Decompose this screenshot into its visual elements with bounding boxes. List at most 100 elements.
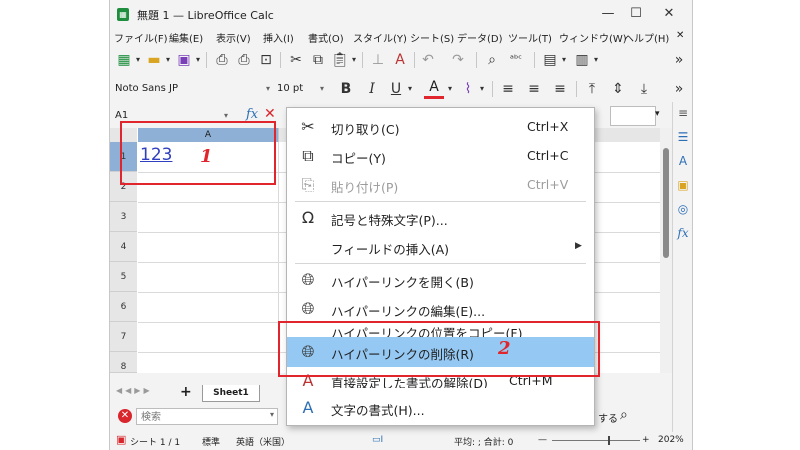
sheet-tab-sheet1[interactable]: Sheet1 bbox=[202, 385, 260, 402]
selection-mode-icon[interactable]: ▭I bbox=[372, 435, 383, 445]
find-input[interactable]: 検索 bbox=[136, 408, 278, 425]
expand-formula-icon[interactable]: ▾ bbox=[655, 109, 660, 119]
menu-item-paste[interactable]: ⎘ 貼り付け(P) Ctrl+V bbox=[287, 170, 594, 200]
align-right-icon[interactable]: ≡ bbox=[550, 79, 570, 99]
menu-help[interactable]: ヘルプ(H) bbox=[624, 30, 669, 45]
find-option-label[interactable]: する bbox=[598, 410, 618, 425]
row-header-6[interactable]: 6 bbox=[110, 292, 137, 322]
spelling-icon[interactable]: ᵃᵇᶜ bbox=[504, 50, 528, 70]
zoom-slider-handle[interactable] bbox=[608, 436, 610, 445]
zoom-level[interactable]: 202% bbox=[658, 435, 684, 445]
add-sheet-button[interactable]: + bbox=[180, 384, 192, 400]
italic-button[interactable]: I bbox=[362, 79, 382, 99]
menu-sheet[interactable]: シート(S) bbox=[410, 30, 454, 45]
status-sheet[interactable]: シート 1 / 1 bbox=[130, 435, 180, 448]
vertical-scrollbar[interactable] bbox=[660, 128, 672, 373]
menu-data[interactable]: データ(D) bbox=[457, 30, 503, 45]
menu-insert[interactable]: 挿入(I) bbox=[263, 30, 294, 45]
redo-icon[interactable]: ↷ bbox=[448, 50, 468, 70]
close-find-icon[interactable]: ✕ bbox=[118, 409, 132, 423]
status-page-style[interactable]: 標準 bbox=[202, 435, 220, 448]
toolbar-overflow-icon[interactable]: » bbox=[672, 50, 686, 70]
menu-item-edit-hyperlink[interactable]: 🌐︎ ハイパーリンクの編集(E)... bbox=[287, 294, 594, 324]
menu-item-special-character[interactable]: Ω 記号と特殊文字(P)... bbox=[287, 203, 594, 233]
vertical-scroll-thumb[interactable] bbox=[663, 148, 669, 258]
styles-icon[interactable]: A bbox=[675, 154, 691, 168]
toolbar-overflow-icon[interactable]: » bbox=[672, 79, 686, 99]
clone-formatting-icon[interactable]: ⊥ bbox=[368, 50, 388, 70]
functions-icon[interactable]: fx bbox=[675, 226, 691, 240]
align-center-icon[interactable]: ≡ bbox=[524, 79, 544, 99]
menu-item-cut[interactable]: ✂ 切り取り(C) Ctrl+X bbox=[287, 112, 594, 142]
formula-input[interactable] bbox=[610, 106, 656, 126]
chevron-down-icon[interactable]: ▾ bbox=[270, 410, 274, 419]
menu-item-open-hyperlink[interactable]: 🌐︎ ハイパーリンクを開く(B) bbox=[287, 265, 594, 295]
zoom-in-icon[interactable]: + bbox=[642, 435, 650, 445]
paste-icon[interactable]: 📋︎ bbox=[330, 50, 350, 70]
find-replace-icon[interactable]: ⌕ bbox=[482, 50, 502, 70]
menu-item-copy[interactable]: ⧉ コピー(Y) Ctrl+C bbox=[287, 141, 594, 171]
sidebar-menu-icon[interactable]: ≡ bbox=[675, 106, 691, 120]
menu-window[interactable]: ウィンドウ(W) bbox=[559, 30, 627, 45]
bold-button[interactable]: B bbox=[336, 79, 356, 99]
column-dropdown-icon[interactable]: ▾ bbox=[592, 50, 600, 70]
open-dropdown-icon[interactable]: ▾ bbox=[164, 50, 172, 70]
highlight-dropdown-icon[interactable]: ▾ bbox=[478, 79, 486, 99]
clear-formatting-icon[interactable]: A bbox=[390, 50, 410, 70]
menu-file[interactable]: ファイル(F) bbox=[114, 30, 168, 45]
minimize-button[interactable]: — bbox=[594, 4, 622, 24]
font-name-combo[interactable]: Noto Sans JP ▾ bbox=[112, 80, 272, 98]
open-folder-icon[interactable]: ▬ bbox=[144, 50, 164, 70]
zoom-slider[interactable] bbox=[552, 440, 640, 441]
menu-edit[interactable]: 編集(E) bbox=[169, 30, 203, 45]
export-pdf-icon[interactable]: ⎙ bbox=[212, 50, 232, 70]
save-icon[interactable]: ▣ bbox=[174, 50, 194, 70]
align-bottom-icon[interactable]: ⤓ bbox=[634, 79, 654, 99]
document-modified-icon[interactable]: ▣ bbox=[116, 433, 126, 446]
navigator-icon[interactable]: ◎ bbox=[675, 202, 691, 216]
row-dropdown-icon[interactable]: ▾ bbox=[560, 50, 568, 70]
cancel-icon[interactable]: ✕ bbox=[264, 106, 276, 122]
align-middle-icon[interactable]: ⇕ bbox=[608, 79, 628, 99]
menu-format[interactable]: 書式(O) bbox=[308, 30, 344, 45]
row-icon[interactable]: ▤ bbox=[540, 50, 560, 70]
zoom-out-icon[interactable]: — bbox=[538, 435, 547, 445]
save-dropdown-icon[interactable]: ▾ bbox=[194, 50, 202, 70]
menu-item-insert-field[interactable]: フィールドの挿入(A) ▶ bbox=[287, 232, 594, 262]
status-language[interactable]: 英語（米国） bbox=[236, 435, 290, 448]
menu-item-character[interactable]: A 文字の書式(H)... bbox=[287, 393, 594, 423]
gallery-icon[interactable]: ▣ bbox=[675, 178, 691, 192]
align-top-icon[interactable]: ⤒ bbox=[582, 79, 602, 99]
font-color-button[interactable]: A bbox=[424, 79, 444, 99]
menu-view[interactable]: 表示(V) bbox=[216, 30, 251, 45]
row-header-8[interactable]: 8 bbox=[110, 352, 137, 373]
undo-icon[interactable]: ↶ bbox=[418, 50, 438, 70]
maximize-button[interactable]: ☐ bbox=[622, 4, 650, 24]
cut-icon[interactable]: ✂ bbox=[286, 50, 306, 70]
new-dropdown-icon[interactable]: ▾ bbox=[134, 50, 142, 70]
column-icon[interactable]: ▥ bbox=[572, 50, 592, 70]
find-replace-icon[interactable]: ⌕ bbox=[620, 407, 628, 423]
function-wizard-icon[interactable]: fx bbox=[246, 107, 258, 122]
highlight-icon[interactable]: ⌇ bbox=[458, 79, 478, 99]
close-button[interactable]: ✕ bbox=[655, 4, 683, 24]
copy-icon[interactable]: ⧉ bbox=[308, 50, 328, 70]
align-left-icon[interactable]: ≡ bbox=[498, 79, 518, 99]
row-header-5[interactable]: 5 bbox=[110, 262, 137, 292]
paste-dropdown-icon[interactable]: ▾ bbox=[350, 50, 358, 70]
print-icon[interactable]: ⎙ bbox=[234, 50, 254, 70]
row-header-4[interactable]: 4 bbox=[110, 232, 137, 262]
new-document-icon[interactable]: ▦ bbox=[114, 50, 134, 70]
underline-dropdown-icon[interactable]: ▾ bbox=[406, 79, 414, 99]
row-header-7[interactable]: 7 bbox=[110, 322, 137, 352]
font-size-combo[interactable]: 10 pt ▾ bbox=[274, 80, 326, 98]
close-document-icon[interactable]: ✕ bbox=[676, 30, 684, 41]
print-preview-icon[interactable]: ⊡ bbox=[256, 50, 276, 70]
properties-icon[interactable]: ☰ bbox=[675, 130, 691, 144]
underline-button[interactable]: U bbox=[386, 79, 406, 99]
sheet-nav-arrows-icon[interactable]: ◀◀▶▶ bbox=[116, 386, 153, 395]
font-color-dropdown-icon[interactable]: ▾ bbox=[446, 79, 454, 99]
row-header-3[interactable]: 3 bbox=[110, 202, 137, 232]
menu-tools[interactable]: ツール(T) bbox=[508, 30, 552, 45]
menu-styles[interactable]: スタイル(Y) bbox=[353, 30, 407, 45]
